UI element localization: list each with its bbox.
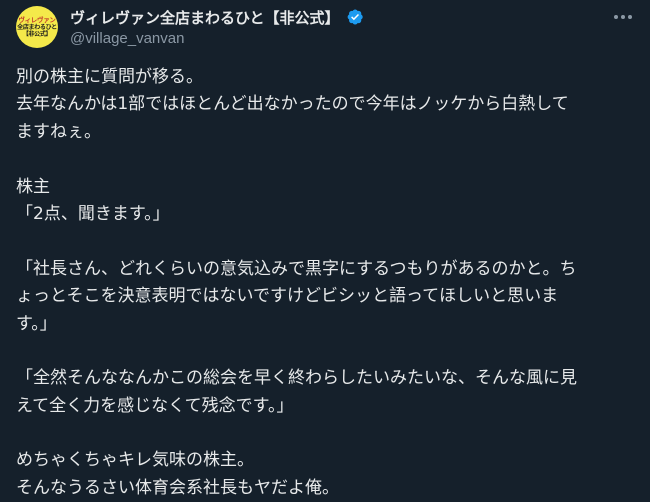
more-dot-icon bbox=[614, 15, 618, 19]
tweet-text-line: ょっとそこを決意表明ではないですけどビシッと語ってほしいと思いま bbox=[16, 286, 559, 307]
user-handle[interactable]: @village_vanvan bbox=[70, 30, 590, 47]
tweet-text-line: 株主 bbox=[16, 176, 50, 197]
tweet-text-line: 別の株主に質問が移る。 bbox=[16, 67, 203, 87]
more-dot-icon bbox=[628, 15, 632, 19]
tweet-text: 別の株主に質問が移る。去年なんかは1部ではほとんど出なかったので今年はノッケから… bbox=[16, 64, 638, 502]
avatar[interactable]: ヴィレヴァン 全店まわるひと 【非公式】 bbox=[16, 6, 58, 48]
tweet-text-line: 「社長さん、どれくらいの意気込みで黒字にするつもりがあるのかと。ち bbox=[16, 258, 577, 279]
display-name[interactable]: ヴィレヴァン全店まわるひと【非公式】 bbox=[70, 7, 340, 28]
tweet-text-line: 「全然そんななんかこの総会を早く終わらしたいみたいな、そんな風に見 bbox=[16, 368, 577, 389]
tweet-text-line: ますねぇ。 bbox=[16, 121, 101, 142]
name-row: ヴィレヴァン全店まわるひと【非公式】 bbox=[70, 6, 590, 28]
verified-badge-icon[interactable] bbox=[346, 8, 364, 26]
avatar-logo-line-1: ヴィレヴァン bbox=[18, 15, 56, 24]
avatar-logo-line-3: 【非公式】 bbox=[22, 30, 52, 38]
tweet-text-line: 「2点、聞きます。」 bbox=[16, 203, 170, 224]
tweet-card: ヴィレヴァン 全店まわるひと 【非公式】 ヴィレヴァン全店まわるひと【非公式】 … bbox=[0, 0, 650, 502]
tweet-header: ヴィレヴァン全店まわるひと【非公式】 @village_vanvan bbox=[70, 6, 590, 47]
tweet-text-line: えて全く力を感じなくて残念です。」 bbox=[16, 395, 294, 416]
avatar-logo-line-2: 全店まわるひと bbox=[17, 23, 57, 31]
tweet-text-line: めちゃくちゃキレ気味の株主。 bbox=[16, 450, 254, 471]
more-options-button[interactable] bbox=[606, 6, 640, 28]
tweet-text-line: す。」 bbox=[16, 313, 57, 334]
tweet-text-line: 去年なんかは1部ではほとんど出なかったので今年はノッケから白熱して bbox=[16, 94, 569, 115]
more-dot-icon bbox=[621, 15, 625, 19]
tweet-text-line: そんなうるさい体育会系社長もヤだよ俺。 bbox=[16, 477, 339, 498]
